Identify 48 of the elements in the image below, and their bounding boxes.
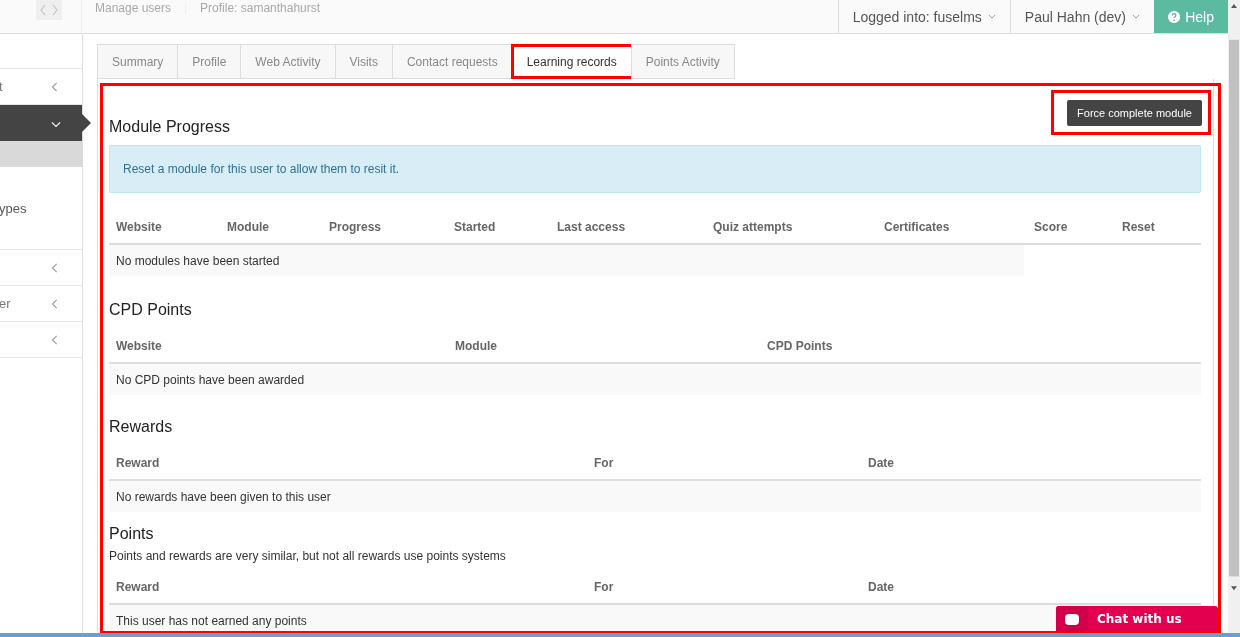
- caret-icon: [987, 14, 996, 19]
- breadcrumb-link[interactable]: Profile: samanthahurst: [200, 1, 321, 15]
- tab[interactable]: Visits: [334, 44, 392, 79]
- column-header: Progress: [329, 220, 383, 234]
- caret-icon: [1132, 14, 1140, 19]
- column-header: For: [594, 456, 615, 470]
- column-header: Reset: [1122, 220, 1156, 234]
- section-title: CPD Points: [109, 300, 193, 320]
- sidebar-subitem[interactable]: [0, 141, 82, 167]
- empty-message: No CPD points have been awarded: [116, 372, 305, 387]
- help-button[interactable]: Help: [1154, 0, 1228, 33]
- column-header: Started: [454, 220, 497, 234]
- column-header: Website: [116, 339, 163, 353]
- section-description: Points and rewards are very similar, but not all rewards use points systems: [109, 549, 507, 563]
- pointer-arrow: [82, 114, 91, 132]
- chat-button[interactable]: Chat with us: [1056, 606, 1218, 632]
- column-header: Quiz attempts: [713, 220, 794, 234]
- scrollbar[interactable]: [1228, 0, 1240, 633]
- tab[interactable]: Profile: [177, 44, 241, 79]
- force-complete-button[interactable]: Force complete module: [1067, 100, 1202, 126]
- column-header: Module: [455, 339, 498, 353]
- empty-message: No modules have been started: [116, 253, 280, 268]
- section-title: Points: [109, 524, 155, 544]
- column-header: Certificates: [884, 220, 951, 234]
- column-header: CPD Points: [767, 339, 834, 353]
- column-header: Last access: [557, 220, 627, 234]
- info-box: Reset a module for this user to allow them to resit it.: [109, 145, 1201, 193]
- chat-bubble-icon: [1065, 613, 1079, 625]
- empty-message: This user has not earned any points: [116, 613, 307, 628]
- column-header: Website: [116, 220, 163, 234]
- column-header: Date: [868, 580, 895, 594]
- tab[interactable]: Points Activity: [630, 44, 735, 79]
- column-header: For: [594, 580, 615, 594]
- section-title: Module Progress: [109, 117, 231, 137]
- column-header: Module: [227, 220, 270, 234]
- sidebar-item[interactable]: er: [0, 286, 82, 322]
- tab[interactable]: Contact requests: [391, 44, 512, 79]
- tab[interactable]: Learning records: [511, 44, 631, 79]
- help-icon: [1168, 9, 1181, 24]
- column-header: Date: [868, 456, 895, 470]
- column-header: Reward: [116, 456, 161, 470]
- tab[interactable]: Summary: [97, 44, 178, 79]
- column-header: Score: [1034, 220, 1069, 234]
- section-title: Rewards: [109, 417, 174, 437]
- breadcrumb-link[interactable]: Manage users: [95, 1, 172, 15]
- empty-message: No rewards have been given to this user: [116, 489, 331, 504]
- tab[interactable]: Web Activity: [240, 44, 335, 79]
- column-header: Reward: [116, 580, 161, 594]
